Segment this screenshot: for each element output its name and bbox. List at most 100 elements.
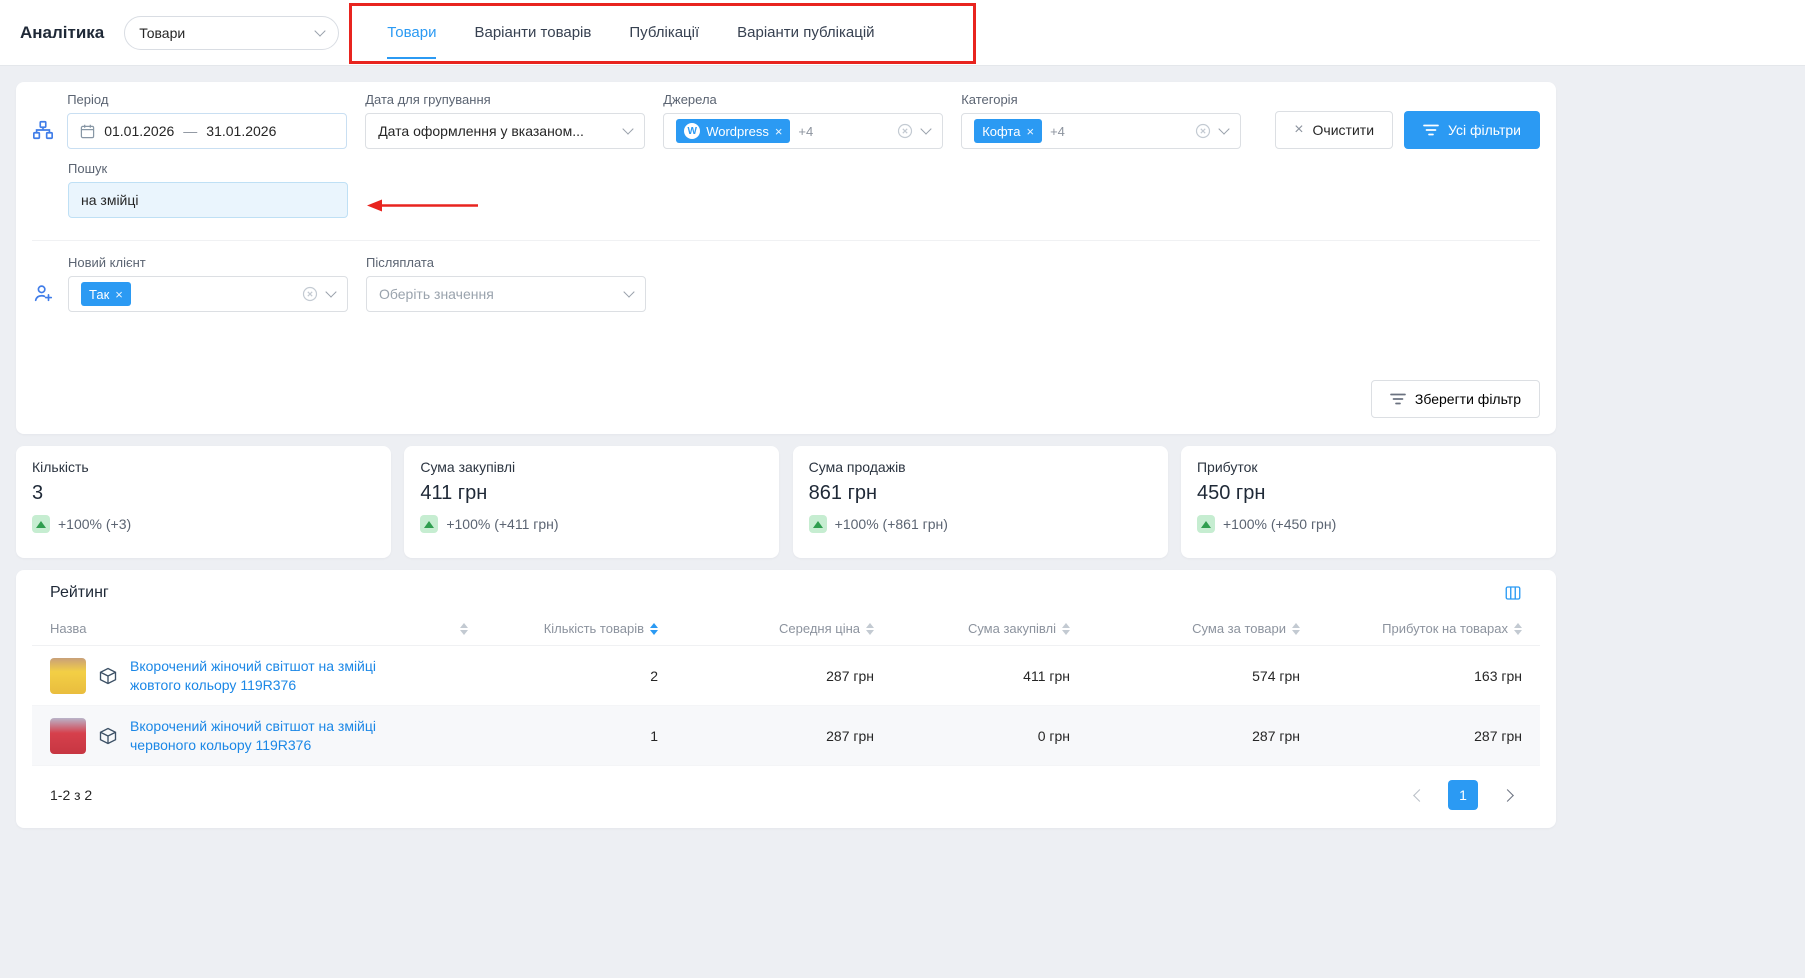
chevron-down-icon: [623, 123, 634, 134]
column-header-goods-sum[interactable]: Сума за товари: [1070, 621, 1300, 636]
product-thumbnail[interactable]: [50, 718, 86, 754]
column-header-purchase-sum[interactable]: Сума закупівлі: [874, 621, 1070, 636]
cell-profit: 163 грн: [1300, 668, 1522, 684]
postpay-select[interactable]: Оберіть значення: [366, 276, 646, 312]
clear-select-icon[interactable]: [897, 123, 913, 139]
rating-panel: Рейтинг Назва Кількість товарів Середня …: [16, 570, 1556, 828]
next-page-button[interactable]: [1496, 782, 1522, 808]
sort-icon: [1062, 623, 1070, 635]
chevron-right-icon: [1501, 789, 1514, 802]
tab-products[interactable]: Товари: [387, 0, 436, 66]
tag-remove-icon[interactable]: ×: [115, 287, 123, 302]
cell-profit: 287 грн: [1300, 728, 1522, 744]
postpay-label: Післяплата: [366, 255, 646, 270]
add-client-icon: [32, 282, 68, 312]
cell-goods-sum: 287 грн: [1070, 728, 1300, 744]
table-row: Вкорочений жіночий світшот на змійці жов…: [32, 646, 1540, 706]
delta-up-icon: [32, 515, 50, 533]
all-filters-button[interactable]: Усі фільтри: [1404, 111, 1540, 149]
tag-label: Wordpress: [706, 124, 769, 139]
postpay-filter: Післяплата Оберіть значення: [366, 255, 646, 312]
column-header-name[interactable]: Назва: [50, 621, 468, 636]
filter-row-main: Період 01.01.2026 — 31.01.2026: [32, 92, 1540, 149]
product-link[interactable]: Вкорочений жіночий світшот на змійці жов…: [130, 657, 430, 695]
page-title: Аналітика: [20, 23, 104, 43]
tag-remove-icon[interactable]: ×: [775, 124, 783, 139]
tab-product-variants[interactable]: Варіанти товарів: [474, 0, 591, 66]
column-header-avg-price[interactable]: Середня ціна: [658, 621, 874, 636]
tag-label: Так: [89, 287, 109, 302]
chevron-down-icon: [623, 286, 634, 297]
page-button[interactable]: 1: [1448, 780, 1478, 810]
delta-up-icon: [809, 515, 827, 533]
chevron-down-icon: [315, 25, 326, 36]
chevron-down-icon: [1219, 123, 1230, 134]
search-filter: Пошук: [68, 161, 1540, 218]
table-header: Назва Кількість товарів Середня ціна Сум…: [32, 612, 1540, 646]
metric-value: 3: [32, 482, 375, 505]
metric-card-profit: Прибуток 450 грн +100% (+450 грн): [1181, 446, 1556, 558]
postpay-placeholder: Оберіть значення: [379, 286, 494, 302]
metric-label: Кількість: [32, 459, 375, 475]
metric-value: 861 грн: [809, 482, 1152, 505]
metric-card-sales-sum: Сума продажів 861 грн +100% (+861 грн): [793, 446, 1168, 558]
metric-card-quantity: Кількість 3 +100% (+3): [16, 446, 391, 558]
filters-panel: Період 01.01.2026 — 31.01.2026: [16, 82, 1556, 434]
product-thumbnail[interactable]: [50, 658, 86, 694]
prev-page-button[interactable]: [1404, 782, 1430, 808]
category-filter: Категорія Кофта × +4: [961, 92, 1241, 149]
top-bar: Аналітика Товари Товари Варіанти товарів…: [0, 0, 1805, 66]
period-date-range[interactable]: 01.01.2026 — 31.01.2026: [67, 113, 347, 149]
sort-icon: [1514, 623, 1522, 635]
date-from[interactable]: 01.01.2026: [104, 123, 174, 139]
sources-label: Джерела: [663, 92, 943, 107]
metrics-row: Кількість 3 +100% (+3) Сума закупівлі 41…: [16, 446, 1556, 558]
calendar-icon: [80, 124, 95, 139]
tab-publication-variants[interactable]: Варіанти публікацій: [737, 0, 874, 66]
tag-label: Кофта: [982, 124, 1020, 139]
group-date-select[interactable]: Дата оформлення у вказаном...: [365, 113, 645, 149]
columns-settings-icon[interactable]: [1504, 584, 1522, 602]
category-extra-count: +4: [1050, 124, 1065, 139]
sort-icon: [1292, 623, 1300, 635]
search-label: Пошук: [68, 161, 1540, 176]
save-filter-button[interactable]: Зберегти фільтр: [1371, 380, 1540, 418]
filter-lines-icon: [1390, 392, 1406, 406]
cell-quantity: 1: [468, 728, 658, 744]
new-client-select[interactable]: Так ×: [68, 276, 348, 312]
clear-filters-button[interactable]: × Очистити: [1275, 111, 1393, 149]
filter-tag-new-client: Так ×: [81, 282, 131, 306]
tag-remove-icon[interactable]: ×: [1026, 124, 1034, 139]
sources-filter: Джерела W Wordpress × +4: [663, 92, 943, 149]
clear-select-icon[interactable]: [1195, 123, 1211, 139]
metric-value: 450 грн: [1197, 482, 1540, 505]
category-select[interactable]: Кофта × +4: [961, 113, 1241, 149]
metric-delta: +100% (+411 грн): [446, 516, 558, 532]
column-header-profit[interactable]: Прибуток на товарах: [1300, 621, 1522, 636]
metric-label: Прибуток: [1197, 459, 1540, 475]
group-date-value: Дата оформлення у вказаном...: [378, 123, 584, 139]
date-to[interactable]: 31.01.2026: [206, 123, 276, 139]
entity-select[interactable]: Товари: [124, 16, 339, 50]
chevron-down-icon: [325, 286, 336, 297]
delta-up-icon: [420, 515, 438, 533]
package-icon: [98, 666, 118, 686]
product-link[interactable]: Вкорочений жіночий світшот на змійці чер…: [130, 717, 430, 755]
clear-select-icon[interactable]: [302, 286, 318, 302]
chevron-left-icon: [1413, 789, 1426, 802]
category-label: Категорія: [961, 92, 1241, 107]
cell-goods-sum: 574 грн: [1070, 668, 1300, 684]
group-date-label: Дата для групування: [365, 92, 645, 107]
chevron-down-icon: [921, 123, 932, 134]
cell-purchase-sum: 411 грн: [874, 668, 1070, 684]
metric-delta: +100% (+861 грн): [835, 516, 948, 532]
tab-publications[interactable]: Публікації: [629, 0, 699, 66]
new-client-filter: Новий клієнт Так ×: [68, 255, 348, 312]
metric-value: 411 грн: [420, 482, 763, 505]
search-input[interactable]: [68, 182, 348, 218]
cell-quantity: 2: [468, 668, 658, 684]
cell-purchase-sum: 0 грн: [874, 728, 1070, 744]
column-header-quantity[interactable]: Кількість товарів: [468, 621, 658, 636]
sources-select[interactable]: W Wordpress × +4: [663, 113, 943, 149]
metric-delta: +100% (+3): [58, 516, 131, 532]
